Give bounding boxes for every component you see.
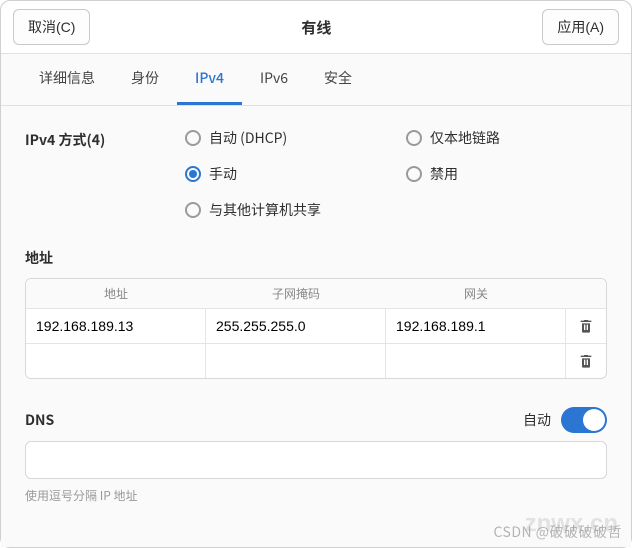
method-auto[interactable]: 自动 (DHCP) (185, 128, 386, 148)
netmask-input[interactable] (206, 344, 386, 378)
cancel-button[interactable]: 取消(C) (13, 9, 90, 45)
delete-row-button[interactable] (566, 309, 606, 343)
dns-auto-group: 自动 (523, 407, 607, 433)
ipv4-method-label: IPv4 方式(4) (25, 128, 185, 150)
tab-content: IPv4 方式(4) 自动 (DHCP) 仅本地链路 手动 禁用 (1, 106, 631, 547)
col-netmask: 子网掩码 (206, 285, 386, 302)
radio-icon (406, 130, 422, 146)
gateway-input[interactable] (386, 309, 566, 343)
ipv4-method-row: IPv4 方式(4) 自动 (DHCP) 仅本地链路 手动 禁用 (25, 128, 607, 220)
dns-section: DNS 自动 使用逗号分隔 IP 地址 (25, 407, 607, 504)
network-settings-dialog: 取消(C) 有线 应用(A) 详细信息 身份 IPv4 IPv6 安全 IPv4… (0, 0, 632, 548)
radio-icon (185, 202, 201, 218)
method-disabled-label: 禁用 (430, 164, 458, 184)
gateway-input[interactable] (386, 344, 566, 378)
dns-label: DNS (25, 410, 54, 430)
address-input[interactable] (26, 344, 206, 378)
radio-icon (185, 130, 201, 146)
tab-ipv4[interactable]: IPv4 (177, 54, 242, 105)
method-link-local-label: 仅本地链路 (430, 128, 500, 148)
dialog-title: 有线 (301, 17, 331, 38)
dns-hint: 使用逗号分隔 IP 地址 (25, 487, 607, 504)
dns-input[interactable] (25, 441, 607, 479)
tabs-bar: 详细信息 身份 IPv4 IPv6 安全 (1, 54, 631, 106)
radio-icon (185, 166, 201, 182)
dns-header: DNS 自动 (25, 407, 607, 433)
address-row (26, 343, 606, 378)
apply-button[interactable]: 应用(A) (542, 9, 619, 45)
method-auto-label: 自动 (DHCP) (209, 128, 287, 148)
netmask-input[interactable] (206, 309, 386, 343)
tab-security[interactable]: 安全 (306, 54, 370, 105)
address-row (26, 308, 606, 343)
delete-row-button[interactable] (566, 344, 606, 378)
method-manual-label: 手动 (209, 164, 237, 184)
dns-auto-switch[interactable] (561, 407, 607, 433)
col-gateway: 网关 (386, 285, 566, 302)
ipv4-method-options: 自动 (DHCP) 仅本地链路 手动 禁用 与其他计算机共享 (185, 128, 607, 220)
dns-auto-label: 自动 (523, 410, 551, 430)
method-disabled[interactable]: 禁用 (406, 164, 607, 184)
tab-details[interactable]: 详细信息 (21, 54, 113, 105)
address-input[interactable] (26, 309, 206, 343)
method-shared-label: 与其他计算机共享 (209, 200, 321, 220)
tab-ipv6[interactable]: IPv6 (242, 54, 306, 105)
method-link-local[interactable]: 仅本地链路 (406, 128, 607, 148)
trash-icon (578, 318, 594, 334)
method-manual[interactable]: 手动 (185, 164, 386, 184)
col-address: 地址 (26, 285, 206, 302)
tab-identity[interactable]: 身份 (113, 54, 177, 105)
addresses-header-row: 地址 子网掩码 网关 (26, 279, 606, 308)
addresses-table: 地址 子网掩码 网关 (25, 278, 607, 379)
trash-icon (578, 353, 594, 369)
addresses-title: 地址 (25, 248, 607, 268)
method-shared[interactable]: 与其他计算机共享 (185, 200, 607, 220)
dialog-header: 取消(C) 有线 应用(A) (1, 1, 631, 54)
radio-icon (406, 166, 422, 182)
